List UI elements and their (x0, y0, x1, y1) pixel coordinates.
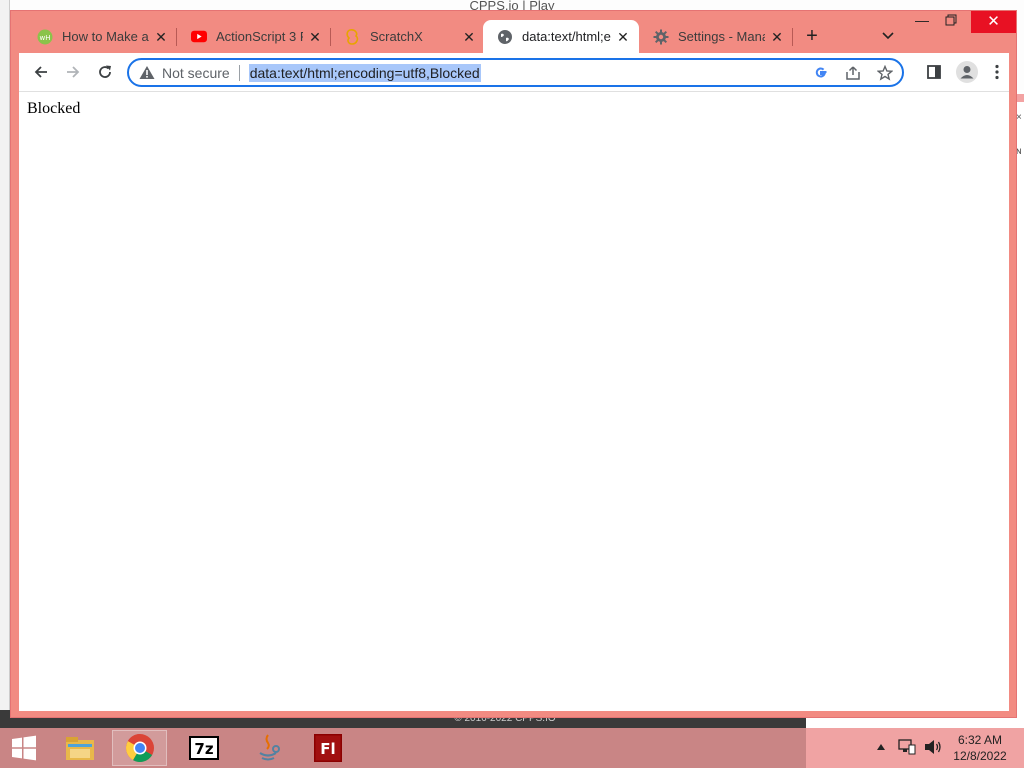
side-panel-icon[interactable] (920, 58, 948, 86)
omnibox-actions (810, 63, 896, 83)
taskbar-chrome-icon[interactable] (112, 730, 167, 766)
clock-time: 6:32 AM (957, 733, 1003, 747)
tab-scratchx[interactable]: ScratchX ✕ (327, 20, 485, 53)
chrome-window: wH How to Make a T ✕ ActionScript 3 Pr ✕… (10, 10, 1017, 718)
tab-label: How to Make a T (62, 29, 149, 44)
tab-label: data:text/html;en (522, 29, 611, 44)
forward-arrow-icon[interactable] (59, 58, 87, 86)
taskbar-java-icon[interactable] (240, 730, 295, 766)
new-tab-button[interactable]: + (801, 25, 823, 47)
svg-text:7z: 7z (194, 740, 213, 758)
globe-icon (497, 29, 513, 45)
tab-label: ScratchX (370, 29, 423, 44)
windows-start-icon[interactable] (4, 732, 44, 764)
tab-separator (792, 28, 793, 46)
show-hidden-icons-chevron-icon[interactable] (872, 738, 890, 756)
tab-settings[interactable]: Settings - Mana ✕ (635, 20, 793, 53)
tab-actionscript[interactable]: ActionScript 3 Pr ✕ (173, 20, 331, 53)
page-body-text: Blocked (27, 100, 81, 117)
tab-label: ActionScript 3 Pr (216, 29, 303, 44)
back-arrow-icon[interactable] (27, 58, 55, 86)
scratchx-icon (345, 28, 361, 45)
browser-toolbar: Not secure data:text/html;encoding=utf8,… (19, 53, 1009, 91)
background-left-edge (0, 0, 10, 728)
address-bar[interactable]: Not secure data:text/html;encoding=utf8,… (127, 58, 904, 87)
tab-close-icon[interactable]: ✕ (615, 29, 631, 45)
tab-data-url[interactable]: data:text/html;en ✕ (483, 20, 639, 53)
profile-avatar-icon[interactable] (953, 58, 981, 86)
system-tray (872, 738, 942, 756)
taskbar-file-explorer-icon[interactable] (52, 730, 107, 766)
url-text[interactable]: data:text/html;encoding=utf8,Blocked (248, 63, 481, 82)
svg-text:wH: wH (40, 34, 51, 42)
tab-search-chevron-icon[interactable] (877, 25, 899, 47)
volume-speaker-icon[interactable] (924, 738, 942, 756)
omnibox-divider (238, 64, 240, 81)
tab-close-icon[interactable]: ✕ (461, 29, 477, 45)
page-content: Blocked (19, 91, 1009, 711)
share-icon[interactable] (842, 63, 864, 83)
google-lens-icon[interactable] (810, 63, 832, 83)
tab-close-icon[interactable]: ✕ (153, 29, 169, 45)
network-icon[interactable] (898, 738, 916, 756)
clock-date: 12/8/2022 (953, 749, 1007, 763)
minimize-window-button[interactable]: — (911, 13, 933, 31)
tab-label: Settings - Mana (678, 29, 765, 44)
tab-strip: wH How to Make a T ✕ ActionScript 3 Pr ✕… (11, 11, 1016, 53)
taskbar: 7z Fl 6:32 AM 12/8/2022 (0, 728, 1024, 768)
not-secure-label[interactable]: Not secure (162, 65, 230, 81)
reload-icon[interactable] (91, 58, 119, 86)
warning-triangle-icon[interactable] (139, 65, 155, 81)
close-window-button[interactable]: ✕ (971, 11, 1016, 33)
wiki-icon: wH (37, 29, 53, 45)
youtube-icon (191, 29, 207, 45)
tab-how-to-make[interactable]: wH How to Make a T ✕ (19, 20, 177, 53)
bookmark-star-icon[interactable] (874, 63, 896, 83)
taskbar-clock[interactable]: 6:32 AM 12/8/2022 (944, 732, 1016, 764)
more-menu-icon[interactable] (983, 58, 1011, 86)
gear-icon (653, 29, 669, 45)
tab-close-icon[interactable]: ✕ (307, 29, 323, 45)
taskbar-7zip-icon[interactable]: 7z (176, 730, 231, 766)
svg-text:Fl: Fl (320, 740, 335, 758)
taskbar-flash-icon[interactable]: Fl (300, 730, 355, 766)
tab-close-icon[interactable]: ✕ (769, 29, 785, 45)
restore-window-icon[interactable] (945, 13, 967, 31)
